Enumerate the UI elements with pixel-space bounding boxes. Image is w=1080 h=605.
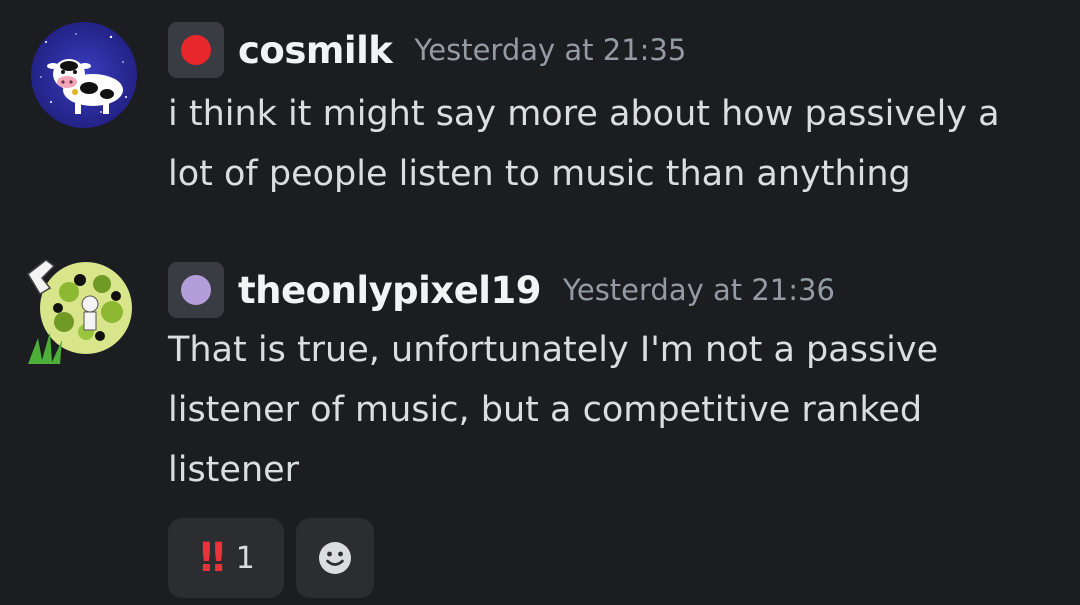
double-exclamation-icon: !! (197, 535, 228, 581)
message-line: listener (168, 450, 300, 490)
reactions-bar: !! 1 (168, 518, 386, 598)
message-line: lot of people listen to music than anyth… (168, 154, 911, 194)
username[interactable]: cosmilk (238, 29, 393, 72)
message-header: cosmilk Yesterday at 21:35 (168, 22, 686, 78)
role-badge[interactable] (168, 262, 224, 318)
avatar-theonlypixel19[interactable] (24, 252, 140, 368)
add-reaction-button[interactable] (296, 518, 374, 598)
avatar-cosmilk[interactable] (31, 22, 137, 128)
status-dot-icon (181, 35, 211, 65)
status-dot-icon (181, 275, 211, 305)
role-badge[interactable] (168, 22, 224, 78)
message-line: listener of music, but a competitive ran… (168, 390, 923, 430)
message-line: That is true, unfortunately I'm not a pa… (168, 330, 939, 370)
message-content: i think it might say more about how pass… (168, 84, 1068, 204)
timestamp: Yesterday at 21:35 (414, 33, 687, 67)
smiley-face-icon (319, 542, 351, 574)
message-content: That is true, unfortunately I'm not a pa… (168, 320, 1068, 500)
username[interactable]: theonlypixel19 (238, 269, 541, 312)
pixel-art-avatar-icon (27, 259, 132, 364)
message-header: theonlypixel19 Yesterday at 21:36 (168, 262, 835, 318)
reaction-double-exclamation[interactable]: !! 1 (168, 518, 284, 598)
cow-avatar-icon (31, 22, 137, 128)
reaction-count: 1 (235, 540, 255, 576)
message-line: i think it might say more about how pass… (168, 94, 1000, 134)
timestamp: Yesterday at 21:36 (562, 273, 835, 307)
